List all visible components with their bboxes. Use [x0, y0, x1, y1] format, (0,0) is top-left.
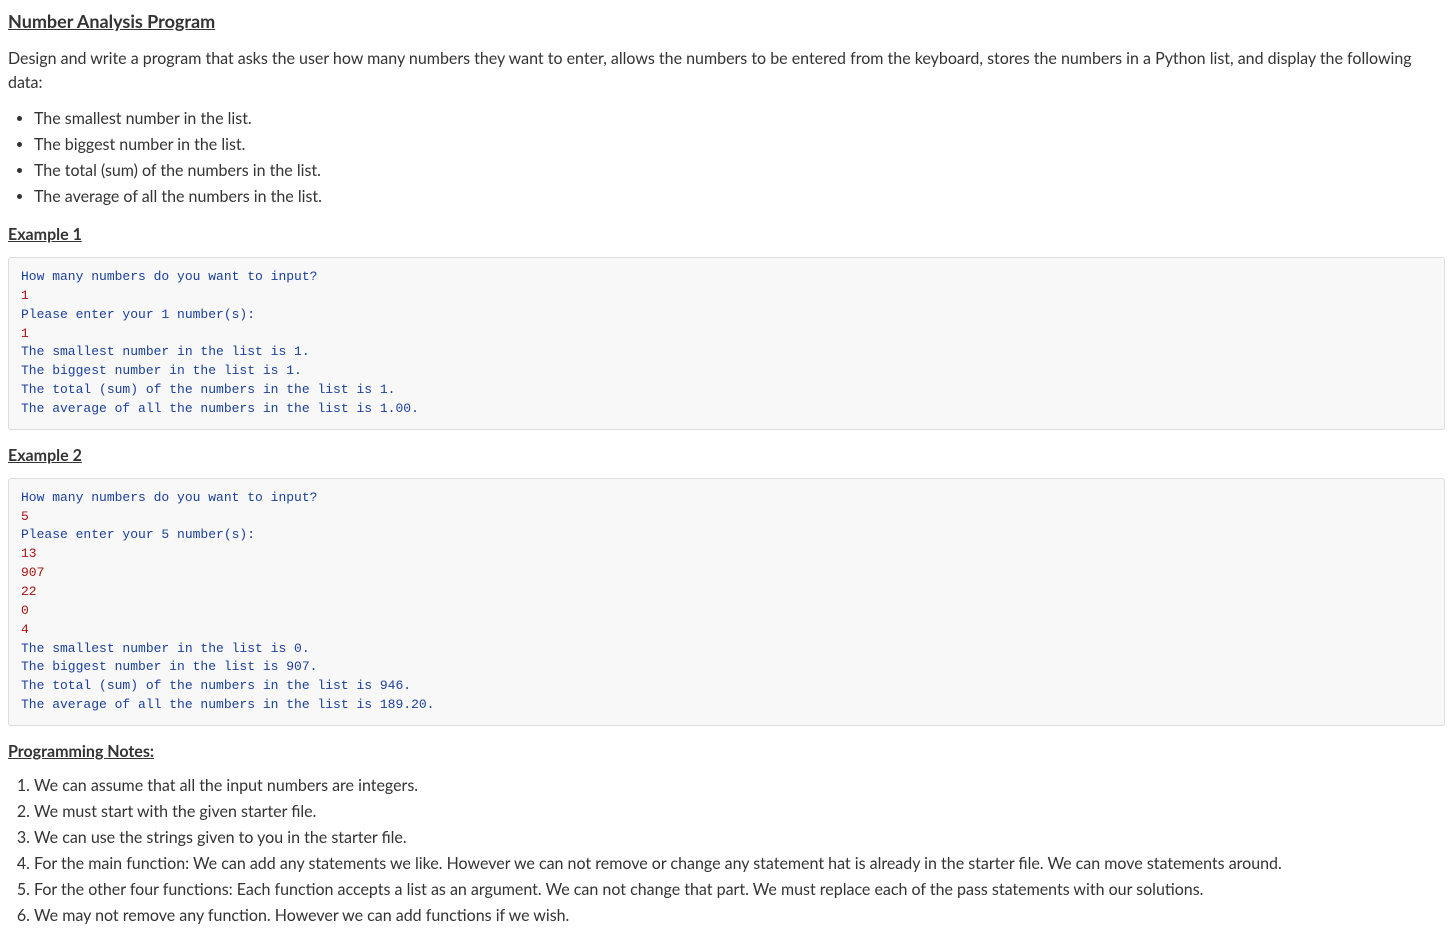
list-item: The average of all the numbers in the li…: [34, 185, 1445, 209]
list-item: The biggest number in the list.: [34, 133, 1445, 157]
user-input-line: 22: [21, 584, 37, 599]
program-output-line: The smallest number in the list is 1.: [21, 344, 310, 359]
list-item: We can assume that all the input numbers…: [34, 774, 1445, 798]
program-output-line: The average of all the numbers in the li…: [21, 401, 419, 416]
program-output-line: The biggest number in the list is 1.: [21, 363, 302, 378]
user-input-line: 5: [21, 509, 29, 524]
program-output-line: The total (sum) of the numbers in the li…: [21, 678, 411, 693]
user-input-line: 1: [21, 288, 29, 303]
list-item: We may not remove any function. However …: [34, 904, 1445, 928]
program-output-line: Please enter your 1 number(s):: [21, 307, 255, 322]
programming-notes-heading: Programming Notes:: [8, 740, 1445, 764]
list-item: We can use the strings given to you in t…: [34, 826, 1445, 850]
program-output-line: How many numbers do you want to input?: [21, 490, 317, 505]
example-2-heading: Example 2: [8, 444, 1445, 468]
program-output-line: The smallest number in the list is 0.: [21, 641, 310, 656]
user-input-line: 0: [21, 603, 29, 618]
programming-notes-list: We can assume that all the input numbers…: [8, 774, 1445, 928]
page-title: Number Analysis Program: [8, 8, 1445, 35]
requirements-list: The smallest number in the list. The big…: [8, 107, 1445, 209]
program-output-line: How many numbers do you want to input?: [21, 269, 317, 284]
program-output-line: The biggest number in the list is 907.: [21, 659, 317, 674]
user-input-line: 907: [21, 565, 44, 580]
description-text: Design and write a program that asks the…: [8, 47, 1445, 95]
program-output-line: The total (sum) of the numbers in the li…: [21, 382, 395, 397]
example-1-heading: Example 1: [8, 223, 1445, 247]
example-1-code: How many numbers do you want to input? 1…: [8, 257, 1445, 430]
list-item: For the main function: We can add any st…: [34, 852, 1445, 876]
program-output-line: Please enter your 5 number(s):: [21, 527, 255, 542]
user-input-line: 1: [21, 326, 29, 341]
list-item: The smallest number in the list.: [34, 107, 1445, 131]
list-item: We must start with the given starter fil…: [34, 800, 1445, 824]
list-item: The total (sum) of the numbers in the li…: [34, 159, 1445, 183]
program-output-line: The average of all the numbers in the li…: [21, 697, 434, 712]
list-item: For the other four functions: Each funct…: [34, 878, 1445, 902]
user-input-line: 13: [21, 546, 37, 561]
user-input-line: 4: [21, 622, 29, 637]
example-2-code: How many numbers do you want to input? 5…: [8, 478, 1445, 726]
